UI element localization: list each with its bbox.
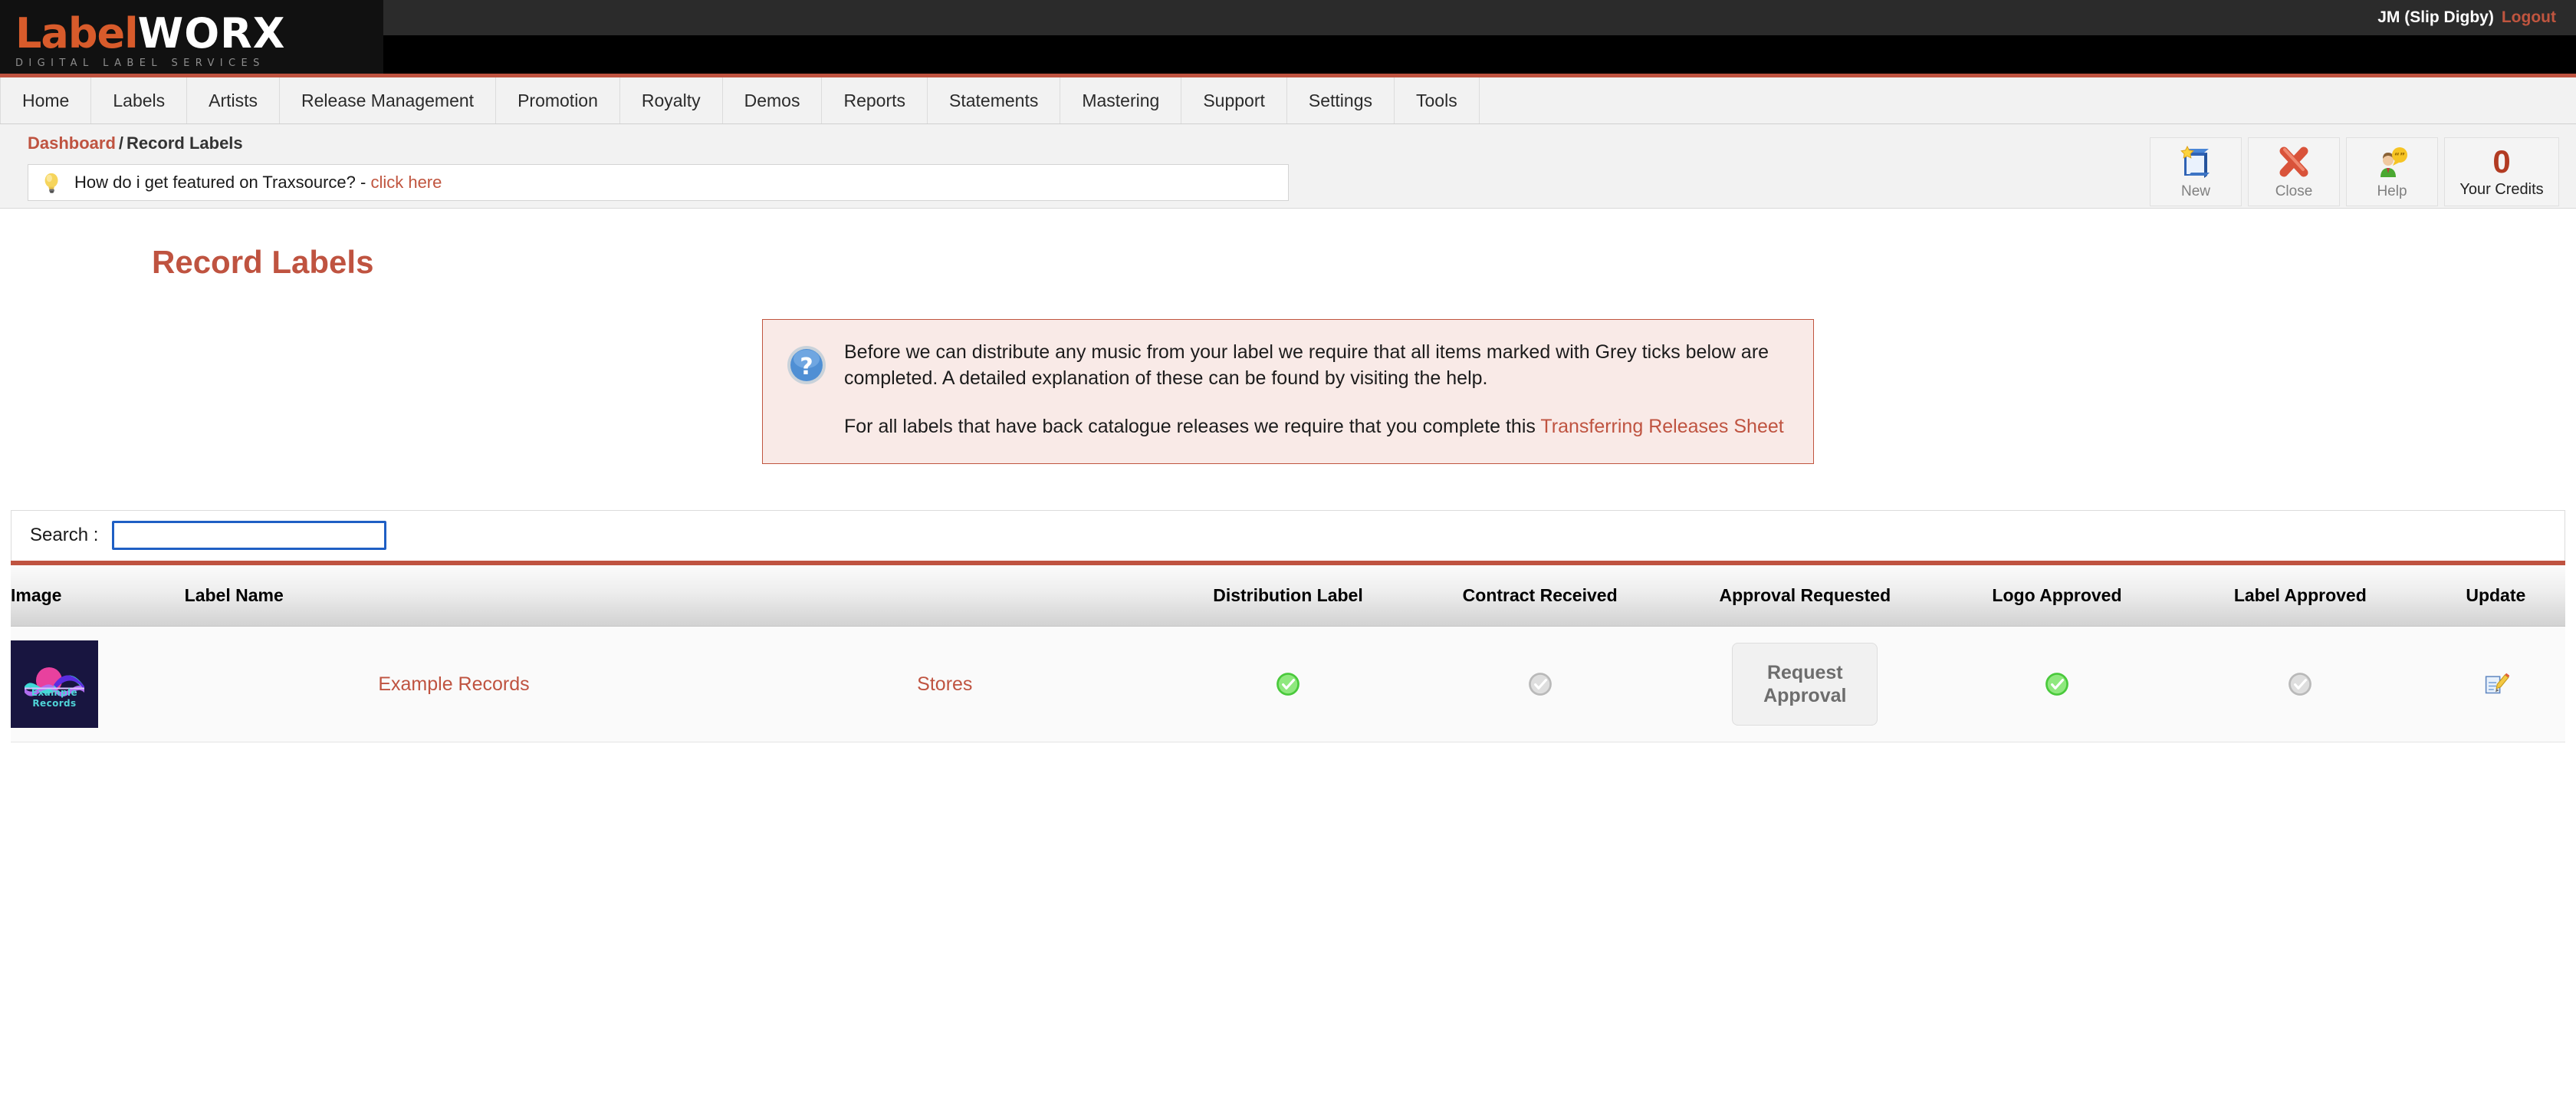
search-input[interactable] — [112, 521, 387, 550]
column-header-update: Update — [2426, 565, 2565, 627]
cell-stores: Stores — [723, 626, 1167, 742]
lightbulb-icon — [44, 173, 58, 193]
nav-item-promotion[interactable]: Promotion — [496, 77, 620, 123]
green-tick-icon — [1276, 673, 1300, 696]
notice-question: How do i get featured on Traxsource? - — [74, 173, 366, 192]
cell-label-image: Example Records — [11, 626, 185, 742]
breadcrumb-separator: / — [118, 133, 124, 153]
cell-label-name: Example Records — [184, 626, 724, 742]
table-body: Example Records Example Records Stores R… — [11, 626, 2565, 742]
account-user-name: JM (Slip Digby) — [2377, 8, 2494, 26]
column-header-label-approved: Label Approved — [2174, 565, 2426, 627]
cell-approval-requested: Request Approval — [1670, 626, 1940, 742]
logo-primary-text: Label — [15, 8, 139, 58]
column-header-contract-received: Contract Received — [1409, 565, 1671, 627]
logo-wordmark: LabelWORX — [15, 12, 383, 54]
nav-item-tools[interactable]: Tools — [1395, 77, 1480, 123]
info-paragraph-2-prefix: For all labels that have back catalogue … — [844, 416, 1536, 437]
nav-item-settings[interactable]: Settings — [1287, 77, 1395, 123]
nav-item-home[interactable]: Home — [0, 77, 92, 123]
new-button-label: New — [2180, 183, 2210, 199]
thumb-text-line-2: Records — [32, 697, 77, 709]
main-navigation: Home Labels Artists Release Management P… — [0, 74, 2576, 124]
column-header-approval-requested: Approval Requested — [1670, 565, 1940, 627]
breadcrumb-dashboard-link[interactable]: Dashboard — [28, 133, 116, 153]
nav-item-royalty[interactable]: Royalty — [620, 77, 723, 123]
site-logo[interactable]: LabelWORX DIGITAL LABEL SERVICES — [0, 0, 383, 74]
cell-distribution-label — [1166, 626, 1410, 742]
page-title: Record Labels — [152, 244, 374, 280]
info-notice-text: Before we can distribute any music from … — [844, 340, 1790, 440]
nav-item-statements[interactable]: Statements — [928, 77, 1061, 123]
record-labels-table-wrapper: Image Label Name Distribution Label Cont… — [11, 560, 2565, 742]
edit-document-pencil-icon[interactable] — [2482, 669, 2510, 696]
column-header-logo-approved: Logo Approved — [1939, 565, 2174, 627]
logo-secondary-text: WORX — [137, 8, 286, 58]
column-header-stores — [723, 565, 1167, 627]
question-mark-icon: ? — [786, 344, 827, 440]
table-row: Example Records Example Records Stores R… — [11, 626, 2565, 742]
stores-link[interactable]: Stores — [917, 673, 972, 695]
label-artwork-icon — [11, 640, 98, 728]
nav-item-demos[interactable]: Demos — [723, 77, 823, 123]
top-bar-strip — [0, 0, 2576, 35]
record-labels-table: Image Label Name Distribution Label Cont… — [11, 565, 2565, 742]
red-cross-icon — [2277, 143, 2311, 180]
cell-update — [2426, 626, 2565, 742]
close-button-label: Close — [2275, 183, 2313, 199]
table-header-row: Image Label Name Distribution Label Cont… — [11, 565, 2565, 627]
thumb-text-line-1: Example — [31, 687, 78, 698]
request-approval-button[interactable]: Request Approval — [1732, 643, 1878, 726]
grey-tick-icon — [2288, 673, 2312, 696]
label-thumbnail[interactable]: Example Records — [11, 640, 98, 728]
notice-text: How do i get featured on Traxsource? - c… — [74, 173, 442, 193]
svg-text:?: ? — [800, 354, 813, 380]
table-header: Image Label Name Distribution Label Cont… — [11, 565, 2565, 627]
info-notice-box: ? Before we can distribute any music fro… — [762, 319, 1814, 464]
label-name-link[interactable]: Example Records — [378, 673, 529, 695]
column-header-label-name: Label Name — [184, 565, 724, 627]
cell-logo-approved — [1939, 626, 2174, 742]
credits-value: 0 — [2492, 143, 2511, 179]
your-credits-button[interactable]: 0 Your Credits — [2444, 137, 2559, 206]
nav-item-reports[interactable]: Reports — [822, 77, 928, 123]
column-header-image: Image — [11, 565, 185, 627]
close-button[interactable]: Close — [2248, 137, 2340, 206]
person-speech-bubble-icon: “” — [2374, 143, 2410, 180]
info-paragraph-1: Before we can distribute any music from … — [844, 341, 1769, 389]
top-bar: LabelWORX DIGITAL LABEL SERVICES JM (Sli… — [0, 0, 2576, 74]
account-area: JM (Slip Digby) Logout — [2377, 0, 2556, 35]
new-button[interactable]: New — [2150, 137, 2242, 206]
help-button-label: Help — [2377, 183, 2407, 199]
nav-item-labels[interactable]: Labels — [91, 77, 188, 123]
label-thumbnail-text: Example Records — [11, 687, 98, 709]
column-header-distribution-label: Distribution Label — [1166, 565, 1410, 627]
grey-tick-icon — [1528, 673, 1552, 696]
transferring-releases-sheet-link[interactable]: Transferring Releases Sheet — [1540, 416, 1783, 437]
nav-item-support[interactable]: Support — [1181, 77, 1287, 123]
nav-item-release-management[interactable]: Release Management — [280, 77, 497, 123]
search-panel: Search : — [11, 509, 2565, 561]
main-content: Record Labels ? Before we can distribute… — [0, 244, 2576, 742]
nav-item-artists[interactable]: Artists — [187, 77, 281, 123]
nav-item-mastering[interactable]: Mastering — [1060, 77, 1182, 123]
notice-bar[interactable]: How do i get featured on Traxsource? - c… — [28, 164, 1289, 201]
cell-label-approved — [2174, 626, 2426, 742]
breadcrumb-toolbar-row: Dashboard / Record Labels How do i get fea… — [0, 124, 2576, 209]
logout-link[interactable]: Logout — [2502, 8, 2556, 27]
new-folder-star-icon — [2178, 143, 2213, 180]
help-button[interactable]: “” Help — [2346, 137, 2438, 206]
page-toolbar: New Close “” Help 0 Your Credits — [2150, 137, 2559, 206]
info-paragraph-2: For all labels that have back catalogue … — [844, 414, 1790, 440]
breadcrumb: Dashboard / Record Labels — [28, 133, 243, 153]
search-label: Search : — [30, 525, 99, 545]
notice-click-here-link[interactable]: click here — [370, 173, 442, 192]
breadcrumb-current: Record Labels — [127, 133, 243, 153]
logo-tagline: DIGITAL LABEL SERVICES — [15, 57, 265, 69]
green-tick-icon — [2045, 673, 2068, 696]
svg-text:“”: “” — [2394, 151, 2405, 161]
credits-label: Your Credits — [2459, 180, 2544, 198]
cell-contract-received — [1409, 626, 1671, 742]
